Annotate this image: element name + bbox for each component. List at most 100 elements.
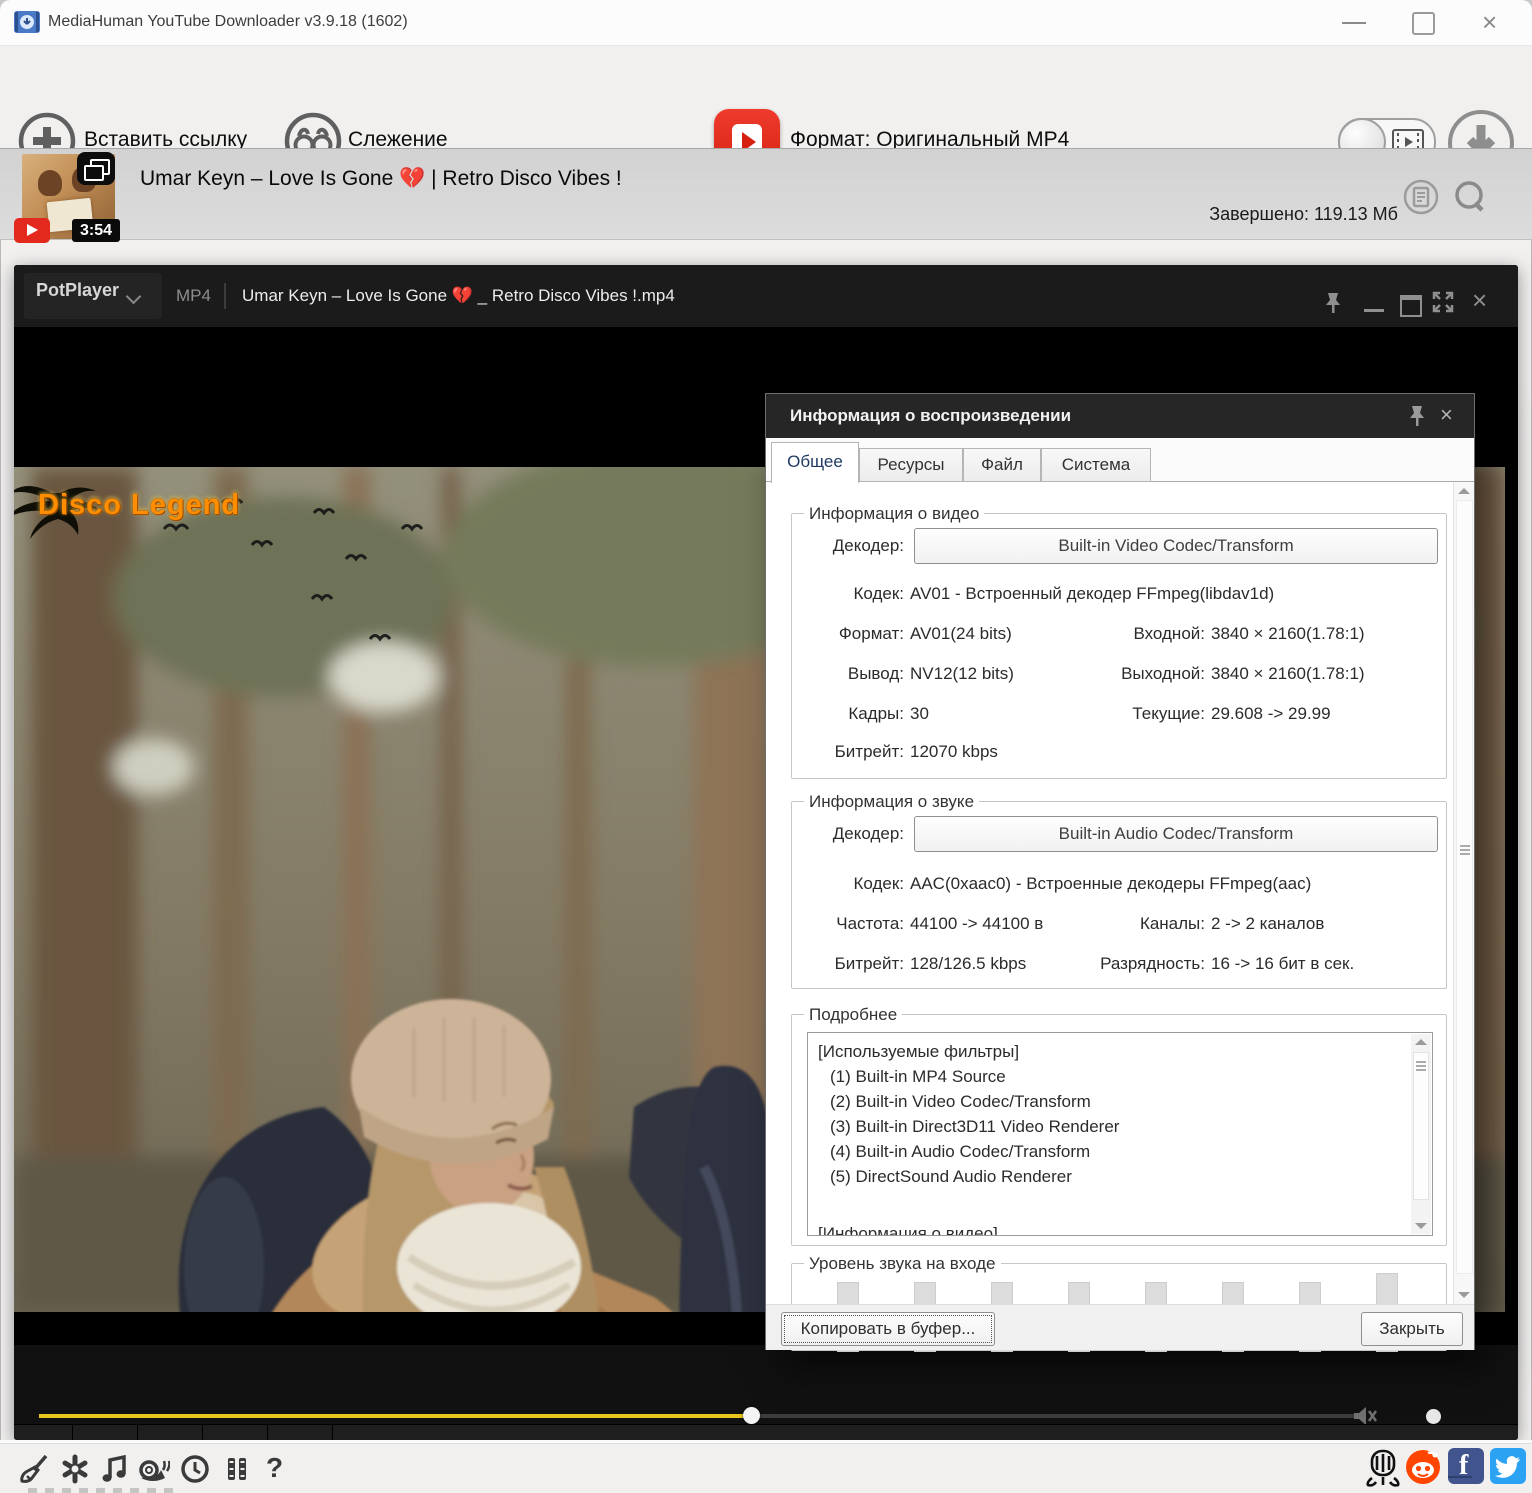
listbox-line: (4) Built-in Audio Codec/Transform — [830, 1139, 1090, 1164]
reddit-icon[interactable] — [1404, 1447, 1442, 1485]
field-value: 44100 -> 44100 в — [910, 914, 1043, 934]
scroll-up-icon[interactable] — [1458, 488, 1470, 494]
thumb-figure — [38, 170, 62, 196]
field-label: Входной: — [1087, 624, 1205, 644]
video-group-legend: Информация о видео — [804, 504, 984, 524]
video-info-group: Информация о видео Декодер: Built-in Vid… — [791, 513, 1447, 779]
field-value: 128/126.5 kbps — [910, 954, 1026, 974]
potplayer-titlebar[interactable]: PotPlayer MP4 Umar Keyn – Love Is Gone 💔… — [14, 265, 1518, 327]
field-label: Текущие: — [1087, 704, 1205, 724]
dialog-bottombar: Копировать в буфер... Закрыть — [766, 1304, 1474, 1350]
dialog-close-icon[interactable]: × — [1440, 402, 1453, 428]
dialog-scrollbar[interactable] — [1453, 482, 1474, 1304]
field-label: Выходной: — [1087, 664, 1205, 684]
field-value: 2 -> 2 каналов — [1211, 914, 1324, 934]
help-icon[interactable]: ? — [266, 1452, 283, 1484]
search-icon[interactable] — [1452, 179, 1488, 215]
copy-to-clipboard-button[interactable]: Копировать в буфер... — [781, 1312, 995, 1346]
maximize-icon[interactable] — [1412, 12, 1435, 35]
app-titlebar: MediaHuman YouTube Downloader v3.9.18 (1… — [0, 0, 1532, 46]
dialog-pin-icon[interactable] — [1406, 404, 1428, 428]
listbox-line: (2) Built-in Video Codec/Transform — [830, 1089, 1091, 1114]
cleanup-broom-icon[interactable] — [18, 1452, 52, 1486]
details-group: Подробнее [Используемые фильтры] (1) Bui… — [791, 1014, 1447, 1246]
tab-resources[interactable]: Ресурсы — [859, 448, 963, 482]
field-value: 3840 × 2160(1.78:1) — [1211, 664, 1365, 684]
scroll-down-icon[interactable] — [1458, 1292, 1470, 1298]
download-row[interactable]: 3:54 Umar Keyn – Love Is Gone 💔 | Retro … — [0, 148, 1532, 240]
field-value: NV12(12 bits) — [910, 664, 1014, 684]
tab-file[interactable]: Файл — [963, 448, 1041, 482]
player-minimize-icon[interactable] — [1364, 309, 1384, 312]
divider — [332, 1425, 333, 1440]
watermark-text: Disco Legend — [38, 489, 240, 522]
music-note-icon[interactable] — [98, 1452, 132, 1486]
field-value: AAC(0xaac0) - Встроенные декодеры FFmpeg… — [910, 874, 1311, 894]
potplayer-menu-label[interactable]: PotPlayer — [36, 280, 119, 301]
player-close-icon[interactable]: × — [1472, 285, 1487, 316]
player-maximize-icon[interactable] — [1400, 295, 1422, 317]
twitter-icon[interactable] — [1490, 1448, 1526, 1484]
player-fullscreen-icon[interactable] — [1432, 291, 1454, 313]
playback-info-dialog: Информация о воспроизведении × Общее Рес… — [765, 393, 1475, 1350]
divider — [137, 1425, 138, 1440]
field-value: 29.608 -> 29.99 — [1211, 704, 1331, 724]
divider — [267, 1425, 268, 1440]
field-label: Кодек: — [792, 874, 904, 894]
scroll-down-icon[interactable] — [1415, 1223, 1427, 1229]
film-clip-icon[interactable] — [220, 1452, 254, 1486]
log-icon[interactable] — [1403, 179, 1439, 215]
tab-general[interactable]: Общее — [771, 442, 859, 483]
volume-knob[interactable] — [1426, 1409, 1441, 1424]
seek-bar-thumb[interactable] — [743, 1407, 760, 1424]
audio-decoder-button[interactable]: Built-in Audio Codec/Transform — [914, 816, 1438, 852]
field-value: 30 — [910, 704, 929, 724]
pin-icon[interactable] — [1322, 291, 1344, 315]
dialog-content: Информация о видео Декодер: Built-in Vid… — [766, 482, 1474, 1304]
close-icon[interactable]: × — [1482, 8, 1497, 36]
field-label: Разрядность: — [1087, 954, 1205, 974]
listbox-scrollbar[interactable] — [1411, 1034, 1431, 1234]
app-title: MediaHuman YouTube Downloader v3.9.18 (1… — [48, 13, 408, 31]
listbox-line: (3) Built-in Direct3D11 Video Renderer — [830, 1114, 1119, 1139]
clock-icon[interactable] — [178, 1452, 212, 1486]
minimize-icon[interactable] — [1342, 22, 1366, 24]
video-decoder-label: Декодер: — [792, 536, 904, 556]
divider — [72, 1425, 73, 1440]
dialog-tabstrip: Общее Ресурсы Файл Система — [766, 438, 1474, 482]
playlist-stack-icon — [77, 152, 115, 185]
dialog-titlebar[interactable]: Информация о воспроизведении × — [766, 394, 1474, 438]
tab-system[interactable]: Система — [1041, 448, 1151, 482]
scroll-up-icon[interactable] — [1415, 1039, 1427, 1045]
field-label: Частота: — [792, 914, 904, 934]
field-value: 16 -> 16 бит в сек. — [1211, 954, 1354, 974]
field-label: Битрейт: — [792, 742, 904, 762]
snail-speed-icon[interactable] — [136, 1452, 170, 1486]
player-control-bar: 00:02:07 / 00:03:54S/WAV01AAC2.0 360° 3D — [14, 1424, 1518, 1440]
divider — [202, 1425, 203, 1440]
filters-listbox[interactable]: [Используемые фильтры] (1) Built-in MP4 … — [807, 1032, 1433, 1236]
duration-badge: 3:54 — [72, 219, 120, 242]
facebook-icon[interactable]: f — [1448, 1448, 1484, 1484]
seek-bar-played[interactable] — [39, 1414, 751, 1418]
app-icon — [14, 11, 40, 33]
field-value: AV01 - Встроенный декодер FFmpeg(libdav1… — [910, 584, 1274, 604]
field-label: Битрейт: — [792, 954, 904, 974]
audio-group-legend: Информация о звуке — [804, 792, 979, 812]
details-group-legend: Подробнее — [804, 1005, 902, 1025]
download-title[interactable]: Umar Keyn – Love Is Gone 💔 | Retro Disco… — [140, 167, 622, 191]
field-label: Формат: — [792, 624, 904, 644]
settings-asterisk-icon[interactable] — [58, 1452, 92, 1486]
listbox-line: (1) Built-in MP4 Source — [830, 1064, 1006, 1089]
scrollbar-thumb[interactable] — [1456, 500, 1473, 1274]
download-status: Завершено: 119.13 Мб — [900, 204, 1398, 225]
video-decoder-button[interactable]: Built-in Video Codec/Transform — [914, 528, 1438, 564]
mediahuman-mascot-icon[interactable] — [1364, 1448, 1402, 1488]
field-label: Каналы: — [1087, 914, 1205, 934]
field-label: Кодек: — [792, 584, 904, 604]
dialog-title: Информация о воспроизведении — [790, 406, 1071, 426]
playing-file-title: Umar Keyn – Love Is Gone 💔 _ Retro Disco… — [242, 286, 675, 306]
close-dialog-button[interactable]: Закрыть — [1361, 1312, 1463, 1346]
scrollbar-thumb[interactable] — [1413, 1052, 1429, 1200]
field-value: 3840 × 2160(1.78:1) — [1211, 624, 1365, 644]
